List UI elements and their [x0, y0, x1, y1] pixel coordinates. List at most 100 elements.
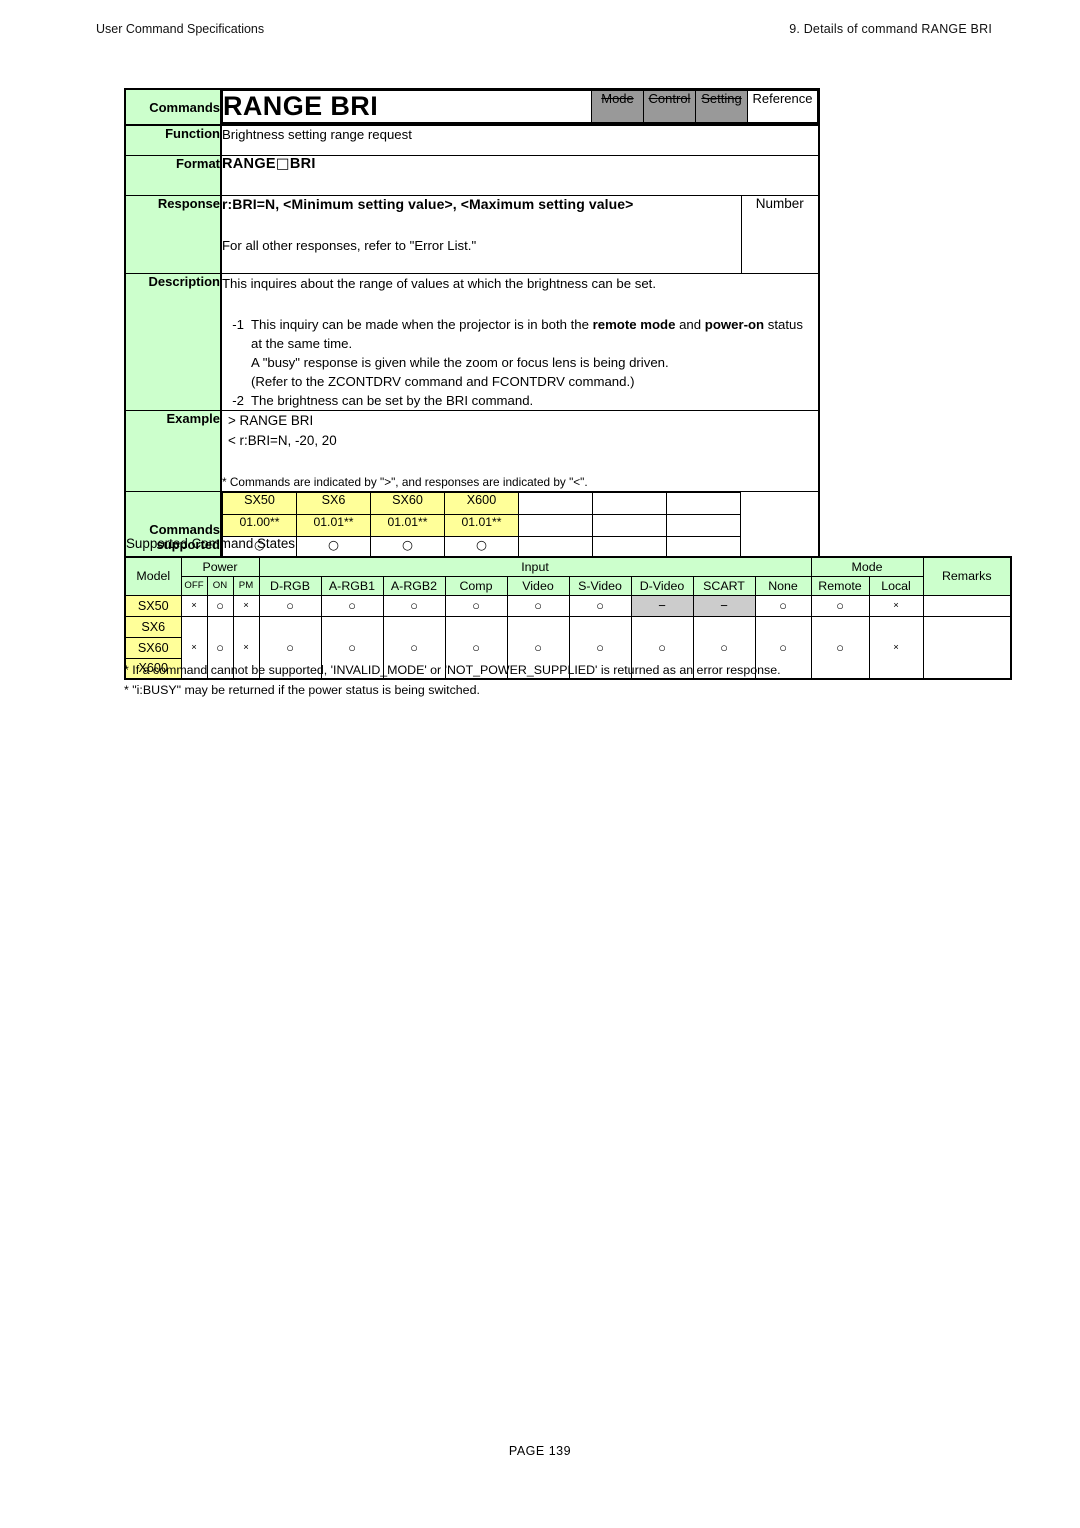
flag-setting-label: Setting [701, 91, 742, 106]
footnotes: * If a command cannot be supported, 'INV… [124, 660, 884, 700]
description-line: A "busy" response is given while the zoo… [251, 354, 669, 370]
response-signature: r:BRI=N, <Minimum setting value>, <Maxim… [222, 195, 634, 212]
states-sub-power-off: OFF [180, 575, 208, 596]
label-function: Function [124, 124, 222, 156]
states-remarks [922, 594, 1012, 617]
states-model: SX60 [124, 636, 182, 659]
spec-format-row: Format RANGE□BRI [124, 154, 820, 196]
states-col-model: Model [124, 556, 182, 596]
description-item-text: This inquiry can be made when the projec… [251, 315, 818, 392]
cs-model: SX50 [222, 492, 297, 516]
cs-version: 01.01** [444, 514, 519, 538]
states-sub-mode-local: Local [868, 575, 924, 596]
label-commands: Commands [124, 88, 222, 126]
command-title: RANGE BRI [222, 90, 592, 124]
example-body: > RANGE BRI < r:BRI=N, -20, 20 * Command… [220, 410, 820, 493]
states-col-remarks: Remarks [922, 556, 1012, 596]
cs-version [518, 514, 593, 538]
states-sub-input-argb1: A-RGB1 [320, 575, 384, 596]
header-left-title: User Command Specifications [96, 22, 265, 36]
format-text: RANGE□BRI [220, 154, 820, 196]
states-input-video: ○ [506, 594, 570, 617]
cs-version [592, 514, 667, 538]
description-lead: This inquires about the range of values … [222, 275, 656, 291]
description-item: -1 This inquiry can be made when the pro… [222, 315, 818, 392]
states-header-group-row: Model Power Input Mode Remarks [124, 556, 1012, 596]
spec-description-row: Description This inquires about the rang… [124, 272, 820, 412]
states-input-dvideo: − [630, 594, 694, 617]
flag-setting: Setting [695, 90, 748, 124]
states-sub-input-drgb: D-RGB [258, 575, 322, 596]
states-power-on: ○ [206, 594, 234, 617]
format-suffix: BRI [289, 155, 316, 172]
label-commands-supported-line1: Commands [149, 521, 220, 537]
cs-model [518, 492, 593, 516]
states-group-input: Input [258, 556, 812, 577]
states-sub-input-comp: Comp [444, 575, 508, 596]
flag-control: Control [643, 90, 696, 124]
states-mode-remote: ○ [810, 594, 870, 617]
states-sub-power-on: ON [206, 575, 234, 596]
states-sub-input-video: Video [506, 575, 570, 596]
description-item-number: -2 [232, 393, 244, 409]
states-sub-input-svideo: S-Video [568, 575, 632, 596]
states-input-svideo: ○ [568, 594, 632, 617]
states-mode-local: × [868, 594, 924, 617]
states-input-argb1: ○ [320, 594, 384, 617]
cs-model: X600 [444, 492, 519, 516]
description-item-number: -1 [232, 316, 244, 332]
states-input-argb2: ○ [382, 594, 446, 617]
cs-filler [741, 515, 819, 537]
cs-version [666, 514, 741, 538]
states-input-comp: ○ [444, 594, 508, 617]
footnote-line: * "i:BUSY" may be returned if the power … [124, 683, 480, 698]
label-description: Description [124, 272, 222, 412]
label-response: Response [124, 194, 222, 274]
flag-mode-label: Mode [601, 91, 634, 106]
states-power-off: × [180, 594, 208, 617]
states-group-mode: Mode [810, 556, 924, 577]
cs-version: 01.00** [222, 514, 297, 538]
format-space-box-icon: □ [275, 155, 290, 172]
example-note: * Commands are indicated by ">", and res… [222, 474, 588, 489]
response-alternate: For all other responses, refer to "Error… [222, 237, 477, 253]
description-line: This inquiry can be made when the projec… [251, 316, 803, 332]
footnote-line: * If a command cannot be supported, 'INV… [124, 663, 781, 677]
commands-supported-model-row: SX50 SX6 SX60 X600 [222, 492, 819, 516]
spec-title-row: Commands RANGE BRI Mode Control Setting … [124, 88, 820, 126]
states-header-sub-row: OFF ON PM D-RGB A-RGB1 A-RGB2 Comp Video… [125, 575, 1011, 596]
description-body: This inquires about the range of values … [220, 272, 820, 412]
cs-model: SX6 [296, 492, 371, 516]
cs-model [592, 492, 667, 516]
states-input-scart: − [692, 594, 756, 617]
states-sub-input-none: None [754, 575, 812, 596]
description-line: (Refer to the ZCONTDRV command and FCONT… [251, 374, 635, 390]
spec-example-row: Example > RANGE BRI < r:BRI=N, -20, 20 *… [124, 410, 820, 493]
running-header: User Command Specifications 9. Details o… [96, 22, 992, 36]
states-power-pm: × [232, 594, 260, 617]
page-footer: PAGE 139 [508, 1444, 572, 1458]
cs-version: 01.01** [296, 514, 371, 538]
cs-version: 01.01** [370, 514, 445, 538]
flag-mode: Mode [591, 90, 644, 124]
commands-supported-version-row: 01.00** 01.01** 01.01** 01.01** [222, 514, 819, 538]
cs-model: SX60 [370, 492, 445, 516]
spec-response-row: Response r:BRI=N, <Minimum setting value… [124, 194, 820, 274]
states-remarks [922, 615, 1012, 680]
flag-control-label: Control [648, 91, 691, 106]
response-body: r:BRI=N, <Minimum setting value>, <Maxim… [220, 194, 742, 274]
example-line: < r:BRI=N, -20, 20 [228, 433, 337, 449]
description-line: The brightness can be set by the BRI com… [251, 393, 534, 409]
header-right-section: 9. Details of command RANGE BRI [789, 22, 992, 36]
description-line: at the same time. [251, 335, 353, 351]
example-line: > RANGE BRI [228, 413, 314, 429]
spec-function-row: Function Brightness setting range reques… [124, 124, 820, 156]
label-example: Example [124, 410, 222, 493]
description-list: -1 This inquiry can be made when the pro… [222, 315, 818, 411]
supported-states-title: Supported Command States [126, 536, 295, 551]
states-model: SX6 [124, 615, 182, 638]
states-sub-input-argb2: A-RGB2 [382, 575, 446, 596]
format-prefix: RANGE [222, 155, 276, 172]
response-type: Number [740, 194, 820, 274]
command-spec-table: Commands RANGE BRI Mode Control Setting … [124, 88, 820, 583]
